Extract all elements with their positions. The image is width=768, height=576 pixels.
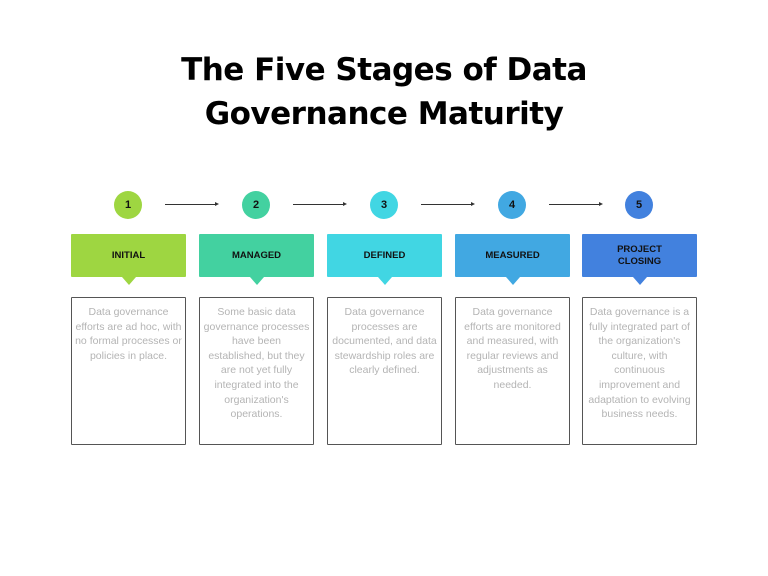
stage-label: MEASURED [455, 234, 570, 285]
pointer-down-icon [505, 277, 520, 285]
stage-number-badge: 2 [242, 191, 270, 219]
stage-label-text: MANAGED [231, 249, 282, 261]
stage-label-text: PROJECT CLOSING [617, 243, 662, 267]
stage-description: Some basic data governance processes hav… [199, 297, 314, 445]
stage-label: PROJECT CLOSING [582, 234, 697, 285]
stage-label-text: INITIAL [111, 249, 146, 261]
stage-description: Data governance is a fully integrated pa… [582, 297, 697, 445]
stage-description-text: Data governance is a fully integrated pa… [588, 306, 691, 421]
stage-label: INITIAL [71, 234, 186, 285]
stage-number-badge: 1 [114, 191, 142, 219]
stage-label: DEFINED [327, 234, 442, 285]
stage-description-text: Data governance processes are documented… [332, 306, 437, 377]
stage-initial: 1 INITIAL Data governance efforts are ad… [71, 0, 186, 576]
stage-description: Data governance efforts are ad hoc, with… [71, 297, 186, 445]
stage-number-badge: 4 [498, 191, 526, 219]
pointer-down-icon [121, 277, 136, 285]
stage-label-text: MEASURED [485, 249, 540, 261]
stage-label-text: DEFINED [363, 249, 406, 261]
stage-description-text: Data governance efforts are ad hoc, with… [75, 306, 182, 362]
stage-label: MANAGED [199, 234, 314, 285]
stage-description-text: Some basic data governance processes hav… [203, 306, 310, 421]
pointer-down-icon [632, 277, 647, 285]
stage-number-badge: 5 [625, 191, 653, 219]
pointer-down-icon [249, 277, 264, 285]
stage-description: Data governance efforts are monitored an… [455, 297, 570, 445]
stage-description: Data governance processes are documented… [327, 297, 442, 445]
stage-defined: 3 DEFINED Data governance processes are … [327, 0, 442, 576]
pointer-down-icon [377, 277, 392, 285]
stage-description-text: Data governance efforts are monitored an… [464, 306, 561, 391]
stage-managed: 2 MANAGED Some basic data governance pro… [199, 0, 314, 576]
stage-project-closing: 5 PROJECT CLOSING Data governance is a f… [582, 0, 697, 576]
stage-measured: 4 MEASURED Data governance efforts are m… [455, 0, 570, 576]
stage-number-badge: 3 [370, 191, 398, 219]
